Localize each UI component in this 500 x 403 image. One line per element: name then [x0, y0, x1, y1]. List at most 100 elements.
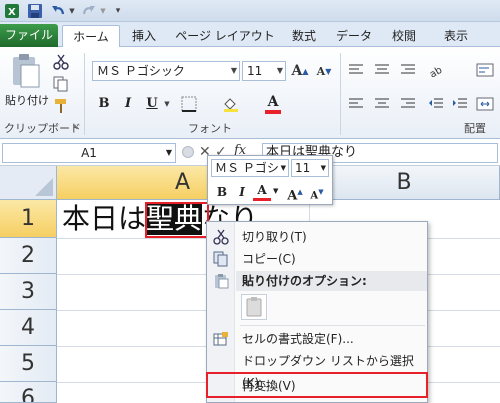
underline-dropdown-icon[interactable]: ▼ [162, 97, 172, 111]
mini-toolbar: ＭＳ Ｐゴシ ▼ 11 ▼ B I A ▼ A▲ A▼ [207, 155, 333, 205]
mini-grow-label: A [287, 188, 298, 204]
font-size-combo[interactable]: 11 ▼ [242, 61, 286, 81]
copy-icon[interactable] [52, 75, 70, 93]
reconvert-highlight-box [206, 372, 428, 398]
tab-view[interactable]: 表示 [436, 25, 476, 47]
font-color-label: A [267, 94, 279, 110]
tab-insert[interactable]: 挿入 [124, 25, 164, 47]
mini-font-size-combo[interactable]: 11 ▼ [291, 159, 329, 177]
row-header-5[interactable]: 5 [0, 346, 57, 382]
align-center-icon[interactable] [372, 95, 392, 113]
align-bottom-icon[interactable] [398, 61, 418, 79]
redo-icon[interactable] [80, 2, 98, 20]
redo-dropdown-icon[interactable]: ▼ [98, 2, 108, 20]
decrease-font-button[interactable]: A ▼ [314, 61, 334, 81]
fill-color-icon[interactable] [220, 95, 242, 113]
mini-font-name-combo[interactable]: ＭＳ Ｐゴシ ▼ [211, 159, 289, 177]
row-header-1[interactable]: 1 [0, 200, 57, 238]
row-header-2[interactable]: 2 [0, 238, 57, 274]
chevron-down-icon: ▼ [280, 164, 286, 172]
merge-center-icon[interactable] [474, 95, 496, 113]
ribbon-tab-bar: ファイル ホーム 挿入 ページ レイアウト 数式 データ 校閲 表示 [0, 22, 500, 48]
paste-icon[interactable] [6, 51, 46, 93]
tab-review[interactable]: 校閲 [384, 25, 424, 47]
orientation-icon[interactable]: ab [426, 61, 448, 79]
row-header-4[interactable]: 4 [0, 310, 57, 346]
select-all-triangle-icon [35, 178, 53, 196]
ribbon-separator [340, 53, 341, 135]
tab-file[interactable]: ファイル [0, 24, 58, 47]
svg-text:ab: ab [428, 65, 444, 77]
name-box-value: A1 [81, 146, 97, 160]
cell-text-before: 本日は [62, 202, 147, 235]
menu-item-format-cells-label: セルの書式設定(F)... [242, 332, 354, 346]
font-group-label: フォント [188, 122, 232, 135]
italic-button[interactable]: I [118, 94, 138, 114]
increase-font-button[interactable]: A ▲ [290, 61, 310, 81]
mini-font-color-dropdown-icon[interactable]: ▼ [273, 187, 278, 195]
mini-italic-button[interactable]: I [233, 183, 251, 201]
tab-formulas[interactable]: 数式 [284, 25, 324, 47]
wrap-text-icon[interactable] [474, 61, 496, 79]
paste-button-label[interactable]: 貼り付け [4, 93, 50, 107]
align-right-icon[interactable] [398, 95, 418, 113]
font-size-value: 11 [247, 64, 263, 78]
align-top-icon[interactable] [346, 61, 366, 79]
mini-font-color-button[interactable]: A [253, 183, 271, 201]
chevron-down-icon: ▼ [230, 66, 237, 75]
undo-dropdown-icon[interactable]: ▼ [67, 2, 77, 20]
paste-options-icon [213, 273, 229, 292]
font-color-button[interactable]: A [262, 93, 284, 115]
menu-item-cut-label: 切り取り(T) [242, 230, 307, 244]
alignment-group-label: 配置 [464, 122, 486, 135]
mini-font-size-value: 11 [295, 161, 311, 175]
scissors-icon [213, 229, 229, 245]
cut-icon[interactable] [52, 53, 70, 71]
undo-icon[interactable] [49, 2, 67, 20]
ribbon-home: 貼り付け クリップボード ⬊ ＭＳ Ｐゴシック ▼ 11 ▼ A ▲ A ▼ B I… [0, 47, 500, 139]
formula-bar-resize-icon[interactable] [182, 146, 194, 158]
underline-button[interactable]: U [142, 94, 162, 114]
mini-grow-font-button[interactable]: A▲ [286, 183, 304, 204]
paste-option-button[interactable] [241, 294, 267, 320]
customize-qat-icon[interactable]: ▾ [112, 2, 124, 20]
font-name-combo[interactable]: ＭＳ Ｐゴシック ▼ [92, 61, 240, 81]
font-name-value: ＭＳ Ｐゴシック [97, 64, 185, 78]
menu-item-copy[interactable]: コピー(C) [207, 248, 427, 270]
mini-bold-button[interactable]: B [213, 183, 231, 201]
paste-options-header: 貼り付けのオプション: [236, 271, 427, 291]
tab-home[interactable]: ホーム [62, 25, 120, 48]
svg-text:X: X [8, 7, 16, 18]
chevron-down-icon: ▼ [165, 148, 172, 157]
format-painter-icon[interactable] [52, 97, 70, 115]
ribbon-separator [84, 53, 85, 135]
increase-indent-icon[interactable] [450, 95, 470, 113]
selection-highlight-box [145, 202, 209, 238]
menu-item-pick-from-list[interactable]: ドロップダウン リストから選択(K)... [207, 350, 427, 390]
tab-page-layout[interactable]: ページ レイアウト [172, 25, 278, 47]
row-header-6[interactable]: 6 [0, 382, 57, 403]
menu-item-cut[interactable]: 切り取り(T) [207, 226, 427, 248]
borders-icon[interactable] [178, 95, 200, 113]
align-left-icon[interactable] [346, 95, 366, 113]
clipboard-launcher-icon[interactable]: ⬊ [72, 123, 80, 131]
mini-font-name-value: ＭＳ Ｐゴシ [215, 161, 279, 175]
select-all-corner[interactable] [0, 166, 57, 200]
bold-button[interactable]: B [94, 94, 114, 114]
tab-data[interactable]: データ [332, 25, 376, 47]
menu-item-copy-label: コピー(C) [242, 252, 296, 266]
menu-separator [240, 325, 425, 326]
paste-clipboard-icon [246, 297, 262, 317]
chevron-down-icon: ▼ [276, 66, 283, 75]
row-header-3[interactable]: 3 [0, 274, 57, 310]
column-header-b[interactable]: B [309, 166, 500, 200]
font-color-swatch [265, 110, 281, 114]
mini-shrink-font-button[interactable]: A▼ [308, 183, 326, 201]
name-box[interactable]: A1 ▼ [2, 143, 176, 163]
excel-logo-icon[interactable]: X [3, 2, 21, 20]
align-middle-icon[interactable] [372, 61, 392, 79]
format-cells-icon [213, 331, 229, 347]
save-icon[interactable] [26, 2, 44, 20]
decrease-indent-icon[interactable] [426, 95, 446, 113]
menu-item-format-cells[interactable]: セルの書式設定(F)... [207, 328, 427, 350]
